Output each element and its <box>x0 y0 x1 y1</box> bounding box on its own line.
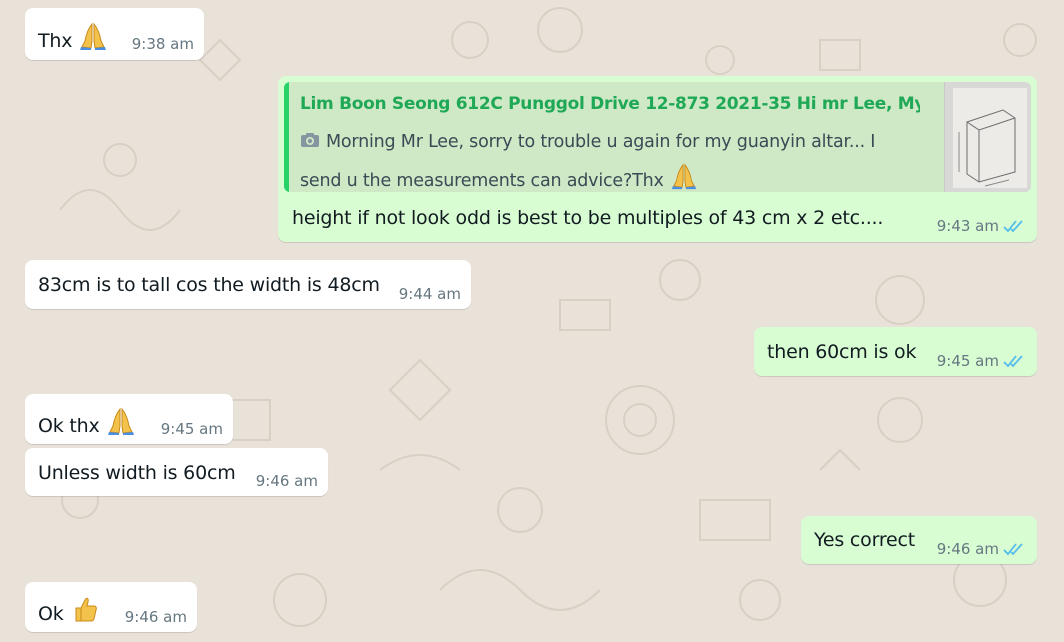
thumbs-up-emoji <box>70 594 100 624</box>
message-time: 9:45 am <box>936 352 999 370</box>
quoted-author: Lim Boon Seong 612C Punggol Drive 12-873… <box>300 94 920 114</box>
camera-icon <box>301 133 319 147</box>
message-time: 9:46 am <box>255 472 318 490</box>
message-text: Yes correct <box>814 529 916 551</box>
message-time: 9:46 am <box>936 540 999 558</box>
message-text: then 60cm is ok <box>767 341 917 363</box>
message-list: Thx 9:38 am Lim Boon Seong 612C Punggol … <box>0 0 1064 642</box>
message-time: 9:44 am <box>398 285 461 303</box>
quoted-text-line-1: Morning Mr Lee, sorry to trouble u again… <box>326 132 876 152</box>
read-receipt-icon <box>1003 219 1025 233</box>
folded-hands-emoji <box>106 406 136 436</box>
message-incoming[interactable]: Thx 9:38 am <box>25 8 204 60</box>
message-incoming[interactable]: Unless width is 60cm 9:46 am <box>25 448 328 496</box>
read-receipt-icon <box>1003 354 1025 368</box>
message-incoming[interactable]: 83cm is to tall cos the width is 48cm 9:… <box>25 260 471 309</box>
folded-hands-emoji <box>78 21 108 51</box>
message-text: Unless width is 60cm <box>38 462 236 484</box>
message-text: Thx <box>38 30 73 52</box>
quoted-message[interactable]: Lim Boon Seong 612C Punggol Drive 12-873… <box>284 82 1031 192</box>
quoted-text-line-2: send u the measurements can advice?Thx <box>300 171 664 191</box>
message-text: height if not look odd is best to be mul… <box>292 207 884 229</box>
photo-thumbnail <box>944 82 1031 192</box>
message-text: Ok thx <box>38 415 100 437</box>
message-outgoing-reply[interactable]: Lim Boon Seong 612C Punggol Drive 12-873… <box>278 76 1037 242</box>
message-time: 9:45 am <box>160 420 223 438</box>
message-time: 9:46 am <box>124 608 187 626</box>
message-outgoing[interactable]: then 60cm is ok 9:45 am <box>754 327 1037 376</box>
message-incoming[interactable]: Ok 9:46 am <box>25 582 197 632</box>
message-time: 9:38 am <box>131 35 194 53</box>
message-text: Ok <box>38 603 64 625</box>
message-text: 83cm is to tall cos the width is 48cm <box>38 274 380 296</box>
quote-accent-bar <box>284 82 289 192</box>
message-time: 9:43 am <box>936 217 999 235</box>
message-incoming[interactable]: Ok thx 9:45 am <box>25 394 233 444</box>
read-receipt-icon <box>1003 542 1025 556</box>
folded-hands-emoji <box>670 162 698 190</box>
message-outgoing[interactable]: Yes correct 9:46 am <box>801 516 1037 564</box>
